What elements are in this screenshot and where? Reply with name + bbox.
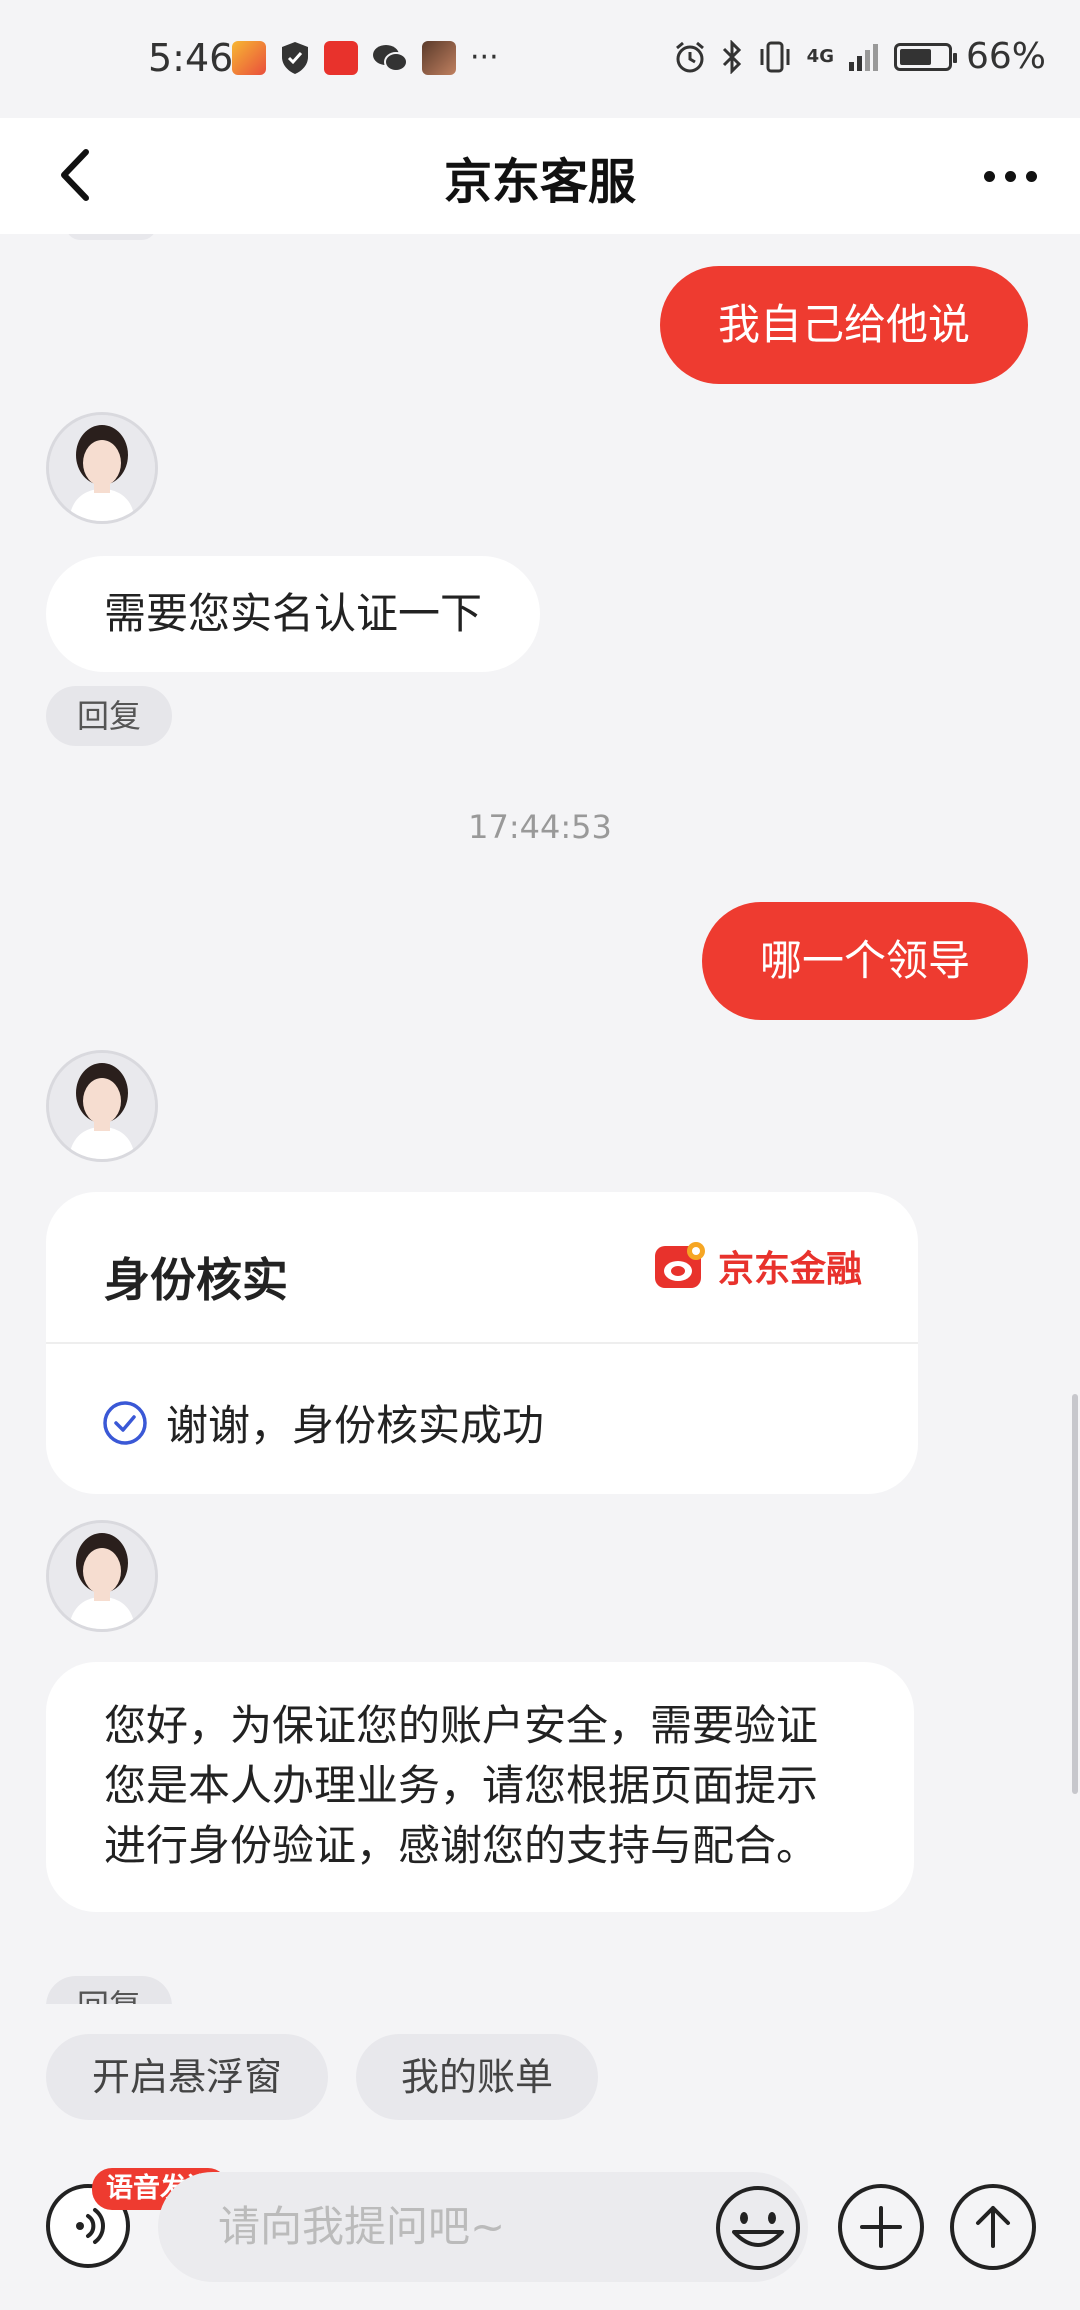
- more-options-button[interactable]: [970, 146, 1050, 206]
- system-icons: 4G 66%: [673, 36, 1046, 77]
- notification-icons: ···: [232, 40, 499, 75]
- emoji-icon[interactable]: [710, 2180, 806, 2276]
- message-outgoing[interactable]: 我自己给他说: [659, 266, 1028, 384]
- chat-header: 京东客服: [0, 118, 1080, 234]
- add-button[interactable]: [838, 2184, 924, 2270]
- signal-icon: [848, 43, 878, 71]
- status-time: 5:46: [148, 36, 234, 80]
- message-incoming[interactable]: 需要您实名认证一下: [46, 556, 541, 672]
- check-circle-icon: [103, 1400, 147, 1445]
- agent-avatar: [46, 1520, 158, 1632]
- bottom-panel: 开启悬浮窗 我的账单 语音发送: [0, 2004, 1080, 2310]
- page-title: 京东客服: [443, 154, 636, 210]
- dot: [1004, 170, 1016, 182]
- battery-percent: 66%: [965, 36, 1046, 77]
- reply-button[interactable]: 回复: [46, 686, 172, 746]
- message-input-container: [158, 2172, 808, 2282]
- card-title: 身份核实: [104, 1253, 288, 1307]
- plus-icon: [860, 2206, 902, 2248]
- agent-avatar: [46, 412, 158, 524]
- card-divider: [46, 1342, 918, 1344]
- agent-avatar-image: [49, 1523, 155, 1629]
- photo-thumbnail-icon: [422, 40, 456, 75]
- chat-scroll-area[interactable]: 我自己给他说 需要您实名认证一下 回复 17:44:53 哪一个领导 身份核实: [0, 234, 1080, 2004]
- scrollbar[interactable]: [1072, 1394, 1078, 1794]
- verification-status: 谢谢，身份核实成功: [102, 1392, 544, 1453]
- network-type: 4G: [806, 46, 834, 67]
- agent-avatar-image: [49, 1053, 155, 1159]
- message-incoming[interactable]: 您好，为保证您的账户安全，需要验证您是本人办理业务，请您根据页面提示进行身份验证…: [46, 1662, 914, 1912]
- 618-promo-icon: [324, 40, 358, 75]
- bluetooth-icon: [722, 39, 741, 74]
- 618-app-icon: [232, 40, 266, 75]
- message-timestamp: 17:44:53: [468, 808, 612, 846]
- card-brand-name: 京东金融: [717, 1249, 862, 1290]
- agent-avatar-image: [49, 415, 155, 521]
- dot: [983, 170, 995, 182]
- arrow-up-icon: [976, 2206, 1010, 2248]
- message-outgoing[interactable]: 哪一个领导: [701, 902, 1028, 1020]
- dot: [1025, 170, 1037, 182]
- send-button[interactable]: [950, 2184, 1036, 2270]
- jd-finance-logo-icon: [654, 1242, 705, 1288]
- wechat-icon: [373, 44, 408, 72]
- more-notifications-icon: ···: [470, 40, 499, 75]
- verification-status-text: 谢谢，身份核实成功: [166, 1401, 545, 1450]
- reply-button[interactable]: 回复: [46, 1976, 172, 2004]
- identity-verification-card[interactable]: 身份核实 京东金融 谢谢，身份核实成功: [46, 1192, 918, 1494]
- battery-icon: [893, 42, 957, 71]
- agent-avatar: [46, 1050, 158, 1162]
- quick-action-my-bill[interactable]: 我的账单: [356, 2034, 598, 2120]
- jd-finance-logo: 京东金融: [654, 1240, 862, 1292]
- alarm-icon: [675, 41, 704, 72]
- previous-reply-chip: [66, 234, 156, 240]
- quick-action-floating-window[interactable]: 开启悬浮窗: [46, 2034, 328, 2120]
- status-bar: 5:46 ··· 4G 66%: [0, 0, 1080, 118]
- shield-check-icon: [282, 41, 308, 74]
- vibrate-icon: [760, 41, 790, 72]
- message-input[interactable]: [218, 2172, 658, 2282]
